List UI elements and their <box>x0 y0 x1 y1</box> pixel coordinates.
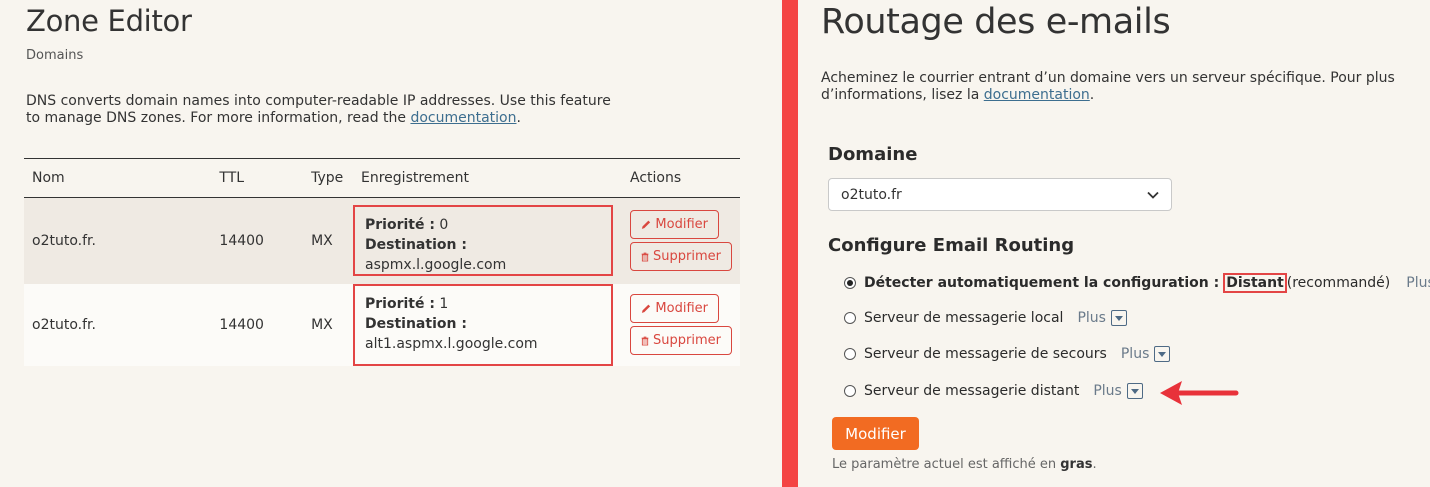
destination-value: alt1.aspmx.l.google.com <box>365 335 538 352</box>
row-ttl: 14400 <box>219 316 264 333</box>
routing-description: Acheminez le courrier entrant d’un domai… <box>821 70 1411 104</box>
domain-select[interactable]: o2tuto.fr <box>828 178 1172 211</box>
caret-down-icon <box>1110 310 1127 326</box>
more-toggle[interactable]: Plus <box>1093 383 1143 399</box>
option-backup-label: Serveur de messagerie de secours <box>864 346 1107 362</box>
more-label: Plus <box>1120 346 1150 362</box>
row-type: MX <box>311 232 333 249</box>
radio-auto-detect[interactable] <box>844 277 856 289</box>
routing-description-text: Acheminez le courrier entrant d’un domai… <box>821 70 1395 103</box>
option-auto-detect[interactable]: Détecter automatiquement la configuratio… <box>844 273 1430 293</box>
col-header-ttl: TTL <box>219 170 245 186</box>
caret-down-icon <box>1154 346 1171 362</box>
pencil-icon <box>641 220 651 230</box>
destination-label: Destination : <box>365 315 467 332</box>
page-title: Zone Editor <box>26 4 192 38</box>
zone-doc-link[interactable]: documentation <box>410 110 516 126</box>
trash-icon <box>641 336 649 345</box>
priority-value: 1 <box>439 295 449 312</box>
col-header-type: Type <box>311 170 344 186</box>
delete-record-button[interactable]: Supprimer <box>630 326 732 355</box>
domain-label: Domaine <box>828 144 918 165</box>
more-label: Plus <box>1077 310 1106 326</box>
priority-label: Priorité : <box>365 295 435 312</box>
delete-label: Supprimer <box>653 333 721 348</box>
panel-divider <box>782 0 798 487</box>
routing-title: Routage des e-mails <box>821 2 1171 42</box>
table-row: o2tuto.fr. 14400 MX Priorité : 0 Destina… <box>24 197 740 284</box>
breadcrumb: Domains <box>26 48 84 63</box>
more-toggle[interactable]: Plus <box>1121 346 1171 362</box>
more-toggle[interactable]: Plus <box>1406 275 1430 291</box>
record-highlight-box: Priorité : 0 Destination : aspmx.l.googl… <box>353 205 614 277</box>
modify-record-button[interactable]: Modifier <box>630 294 719 323</box>
more-toggle[interactable]: Plus <box>1077 310 1127 326</box>
footnote-bold: gras <box>1060 457 1093 472</box>
caret-down-icon <box>1126 383 1143 399</box>
zone-description: DNS converts domain names into computer-… <box>26 93 626 127</box>
email-routing-panel: Routage des e-mails Acheminez le courrie… <box>798 0 1430 487</box>
domain-select-value: o2tuto.fr <box>841 186 902 203</box>
row-type: MX <box>311 316 333 333</box>
footnote-text: Le paramètre actuel est affiché en <box>832 457 1061 472</box>
more-label: Plus <box>1406 275 1430 291</box>
zone-editor-panel: Zone Editor Domains DNS converts domain … <box>0 0 782 487</box>
chevron-down-icon <box>1147 191 1159 199</box>
priority-value: 0 <box>439 217 449 234</box>
record-highlight-box: Priorité : 1 Destination : alt1.aspmx.l.… <box>353 283 614 366</box>
submit-routing-button[interactable]: Modifier <box>832 417 919 450</box>
option-local-label: Serveur de messagerie local <box>864 310 1064 326</box>
routing-doc-link[interactable]: documentation <box>984 87 1090 103</box>
table-header-row: Nom TTL Type Enregistrement Actions <box>24 158 740 198</box>
col-header-actions: Actions <box>630 170 682 186</box>
priority-label: Priorité : <box>365 217 435 234</box>
routing-description-end: . <box>1089 87 1095 103</box>
radio-backup[interactable] <box>844 348 856 360</box>
footnote: Le paramètre actuel est affiché en gras. <box>832 457 1097 472</box>
configure-routing-label: Configure Email Routing <box>828 235 1075 256</box>
radio-remote[interactable] <box>844 385 856 397</box>
option-local[interactable]: Serveur de messagerie local Plus <box>844 310 1127 326</box>
pencil-icon <box>641 304 651 313</box>
row-name: o2tuto.fr. <box>32 316 96 333</box>
option-auto-detect-suffix: (recommandé) <box>1286 275 1391 291</box>
option-backup[interactable]: Serveur de messagerie de secours Plus <box>844 346 1171 362</box>
delete-label: Supprimer <box>653 249 721 265</box>
trash-icon <box>641 252 649 262</box>
option-remote[interactable]: Serveur de messagerie distant Plus <box>844 383 1143 399</box>
modify-record-button[interactable]: Modifier <box>630 210 719 240</box>
option-auto-detect-label: Détecter automatiquement la configuratio… <box>864 275 1220 291</box>
more-label: Plus <box>1093 383 1122 399</box>
zone-description-end: . <box>516 110 521 126</box>
option-auto-detect-value: Distant <box>1223 273 1287 293</box>
table-row: o2tuto.fr. 14400 MX Priorité : 1 Destina… <box>24 283 740 366</box>
destination-value: aspmx.l.google.com <box>365 257 507 274</box>
row-ttl: 14400 <box>219 232 264 249</box>
destination-label: Destination : <box>365 237 467 254</box>
option-remote-label: Serveur de messagerie distant <box>864 383 1080 399</box>
row-name: o2tuto.fr. <box>32 232 96 249</box>
zone-description-text: DNS converts domain names into computer-… <box>26 93 611 126</box>
col-header-record: Enregistrement <box>361 170 470 186</box>
col-header-name: Nom <box>32 170 65 186</box>
radio-local[interactable] <box>844 312 856 324</box>
footnote-end: . <box>1092 457 1097 472</box>
red-arrow-annotation-icon <box>1160 381 1239 405</box>
dns-records-table: Nom TTL Type Enregistrement Actions o2tu… <box>24 158 740 366</box>
modify-label: Modifier <box>655 301 708 316</box>
delete-record-button[interactable]: Supprimer <box>630 242 732 272</box>
modify-label: Modifier <box>655 217 708 233</box>
